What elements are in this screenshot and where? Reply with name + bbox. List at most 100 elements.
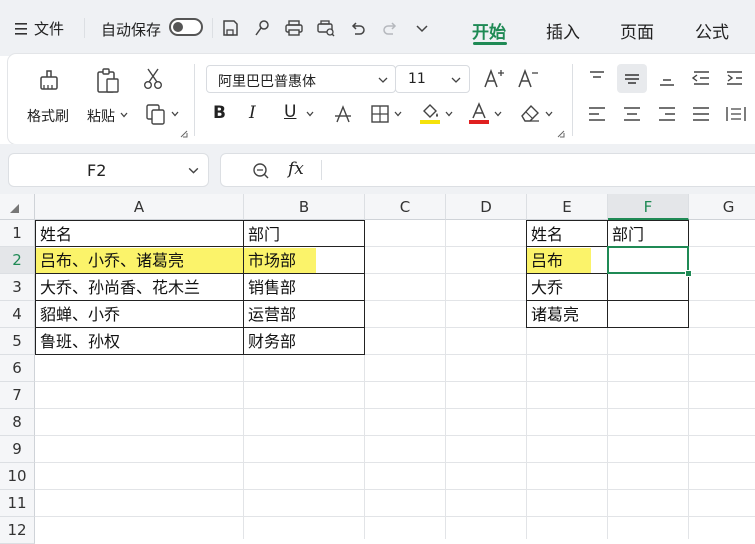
- chevron-down-icon[interactable]: [444, 109, 454, 119]
- function-label[interactable]: fx: [288, 159, 304, 179]
- formula-input[interactable]: fx: [220, 153, 755, 187]
- undo-icon[interactable]: [348, 18, 368, 38]
- format-painter-label[interactable]: 格式刷: [27, 106, 69, 126]
- align-center-icon[interactable]: [621, 104, 643, 124]
- chevron-down-icon: [378, 77, 388, 83]
- select-all-corner[interactable]: [0, 194, 35, 220]
- chevron-down-icon[interactable]: [544, 109, 554, 119]
- font-size-select[interactable]: 11: [395, 65, 470, 93]
- underline-button[interactable]: U: [284, 102, 296, 122]
- cell-f1[interactable]: 部门: [608, 221, 688, 248]
- cell-b5[interactable]: 财务部: [244, 328, 364, 355]
- align-left-icon[interactable]: [586, 104, 608, 124]
- paste-label[interactable]: 粘贴: [87, 106, 115, 126]
- cell-e4[interactable]: 诸葛亮: [527, 301, 607, 328]
- cell-a5[interactable]: 鲁班、孙权: [36, 328, 243, 355]
- tab-insert[interactable]: 插入: [546, 18, 580, 43]
- decrease-font-size-icon[interactable]: [516, 67, 540, 91]
- row-header-7[interactable]: 7: [0, 382, 35, 409]
- print-preview-icon[interactable]: [316, 18, 336, 38]
- cell-b1[interactable]: 部门: [244, 221, 364, 248]
- cell-e1[interactable]: 姓名: [527, 221, 607, 248]
- zoom-icon[interactable]: [251, 161, 271, 181]
- autosave-toggle[interactable]: [169, 18, 203, 36]
- tab-page[interactable]: 页面: [620, 18, 654, 43]
- row-header-4[interactable]: 4: [0, 301, 35, 328]
- cell-a4[interactable]: 貂蝉、小乔: [36, 301, 243, 328]
- column-header-a[interactable]: A: [35, 194, 244, 220]
- chevron-down-icon[interactable]: [393, 109, 403, 119]
- active-cell-f2[interactable]: [607, 246, 689, 274]
- gridline: [35, 462, 755, 463]
- cell-b3[interactable]: 销售部: [244, 274, 364, 301]
- autosave-label: 自动保存: [101, 21, 162, 39]
- column-header-e[interactable]: E: [527, 194, 608, 220]
- cell-b2[interactable]: 市场部: [244, 247, 364, 274]
- gridline: [35, 381, 755, 382]
- name-box-value: F2: [87, 161, 107, 180]
- borders-icon[interactable]: [369, 103, 391, 125]
- menu-button[interactable]: 文件: [14, 18, 64, 39]
- column-header-d[interactable]: D: [446, 194, 527, 220]
- increase-font-size-icon[interactable]: [482, 67, 506, 91]
- chevron-down-icon[interactable]: [170, 109, 180, 119]
- distributed-align-icon[interactable]: [724, 104, 748, 124]
- font-name-value: 阿里巴巴普惠体: [218, 74, 316, 90]
- row-header-2[interactable]: 2: [0, 247, 35, 274]
- tab-home[interactable]: 开始: [472, 18, 506, 43]
- column-header-g[interactable]: G: [689, 194, 755, 220]
- paste-icon[interactable]: [94, 67, 122, 95]
- cell-e3[interactable]: 大乔: [527, 274, 607, 301]
- justify-icon[interactable]: [690, 104, 712, 124]
- format-painter-icon[interactable]: [36, 67, 62, 93]
- chevron-down-icon[interactable]: [119, 110, 129, 120]
- row-header-1[interactable]: 1: [0, 220, 35, 247]
- align-right-icon[interactable]: [656, 104, 678, 124]
- chevron-down-icon[interactable]: [305, 109, 315, 119]
- cell-a1[interactable]: 姓名: [36, 221, 243, 248]
- column-header-b[interactable]: B: [244, 194, 365, 220]
- gridline: [35, 435, 755, 436]
- row-header-10[interactable]: 10: [0, 463, 35, 490]
- redo-icon[interactable]: [380, 18, 400, 38]
- bold-button[interactable]: B: [213, 103, 226, 123]
- chevron-down-icon[interactable]: [412, 18, 432, 38]
- row-header-6[interactable]: 6: [0, 355, 35, 382]
- row-header-12[interactable]: 12: [0, 517, 35, 544]
- chevron-down-icon[interactable]: [493, 109, 503, 119]
- tab-formula[interactable]: 公式: [695, 18, 729, 43]
- print-icon[interactable]: [284, 18, 304, 38]
- cut-icon[interactable]: [142, 67, 164, 91]
- chevron-down-icon: [451, 77, 461, 83]
- cell-a3[interactable]: 大乔、孙尚香、花木兰: [36, 274, 243, 301]
- italic-button[interactable]: I: [249, 103, 256, 123]
- font-name-select[interactable]: 阿里巴巴普惠体: [206, 65, 396, 93]
- column-header-c[interactable]: C: [365, 194, 446, 220]
- dialog-launcher-icon[interactable]: [557, 130, 565, 138]
- share-icon[interactable]: [252, 18, 272, 38]
- save-icon[interactable]: [220, 18, 240, 38]
- align-top-icon[interactable]: [586, 68, 608, 88]
- copy-icon[interactable]: [144, 102, 168, 126]
- row-header-3[interactable]: 3: [0, 274, 35, 301]
- cell-b4[interactable]: 运营部: [244, 301, 364, 328]
- row-header-5[interactable]: 5: [0, 328, 35, 355]
- strikethrough-icon[interactable]: [332, 103, 354, 125]
- cell-a2[interactable]: 吕布、小乔、诸葛亮: [36, 247, 243, 274]
- cell-e2[interactable]: 吕布: [527, 247, 607, 274]
- row-header-11[interactable]: 11: [0, 490, 35, 517]
- decrease-indent-icon[interactable]: [690, 68, 712, 88]
- column-header-f[interactable]: F: [608, 194, 689, 220]
- row-header-8[interactable]: 8: [0, 409, 35, 436]
- font-color-icon[interactable]: [467, 101, 491, 125]
- align-middle-icon[interactable]: [621, 68, 643, 88]
- increase-indent-icon[interactable]: [724, 68, 746, 88]
- name-box[interactable]: F2: [8, 153, 209, 187]
- eraser-icon[interactable]: [518, 102, 542, 124]
- align-bottom-icon[interactable]: [656, 68, 678, 88]
- fill-handle[interactable]: [685, 270, 692, 277]
- row-header-9[interactable]: 9: [0, 436, 35, 463]
- fill-color-icon[interactable]: [418, 101, 442, 125]
- dialog-launcher-icon[interactable]: [180, 130, 188, 138]
- divider: [84, 18, 85, 38]
